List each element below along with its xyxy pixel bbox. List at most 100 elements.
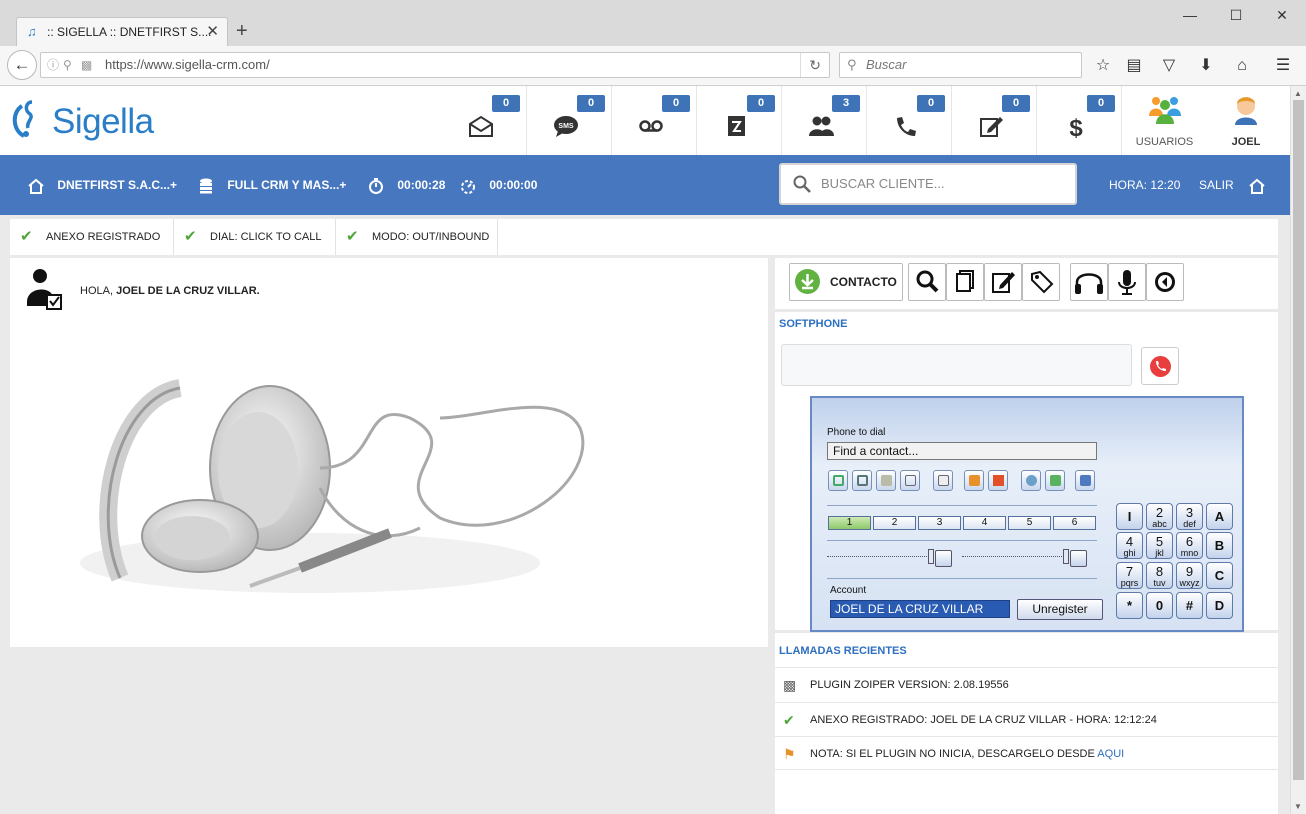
- log-icon[interactable]: [933, 470, 953, 491]
- scroll-down-icon[interactable]: ▼: [1294, 802, 1302, 811]
- user-profile[interactable]: JOEL: [1205, 86, 1287, 155]
- scrollbar-thumb[interactable]: [1293, 100, 1304, 780]
- minimize-window-button[interactable]: —: [1170, 4, 1210, 26]
- zoiper-icon: ⚑: [783, 746, 796, 762]
- app-header: Sigella 0 0 SMS 0 0 3 0 0 0 $ USUARIOS J…: [0, 86, 1290, 155]
- history-icon[interactable]: [988, 470, 1008, 491]
- contact-button[interactable]: CONTACTO: [789, 263, 903, 301]
- headphones-icon: [1075, 273, 1103, 294]
- unregister-button[interactable]: Unregister: [1017, 599, 1103, 620]
- close-tab-icon[interactable]: ✕: [206, 18, 219, 46]
- line-2-tab[interactable]: 2: [873, 516, 916, 530]
- stopwatch-icon: [369, 177, 383, 194]
- hangup-button[interactable]: [1141, 347, 1179, 385]
- search-contact-button[interactable]: [908, 263, 946, 301]
- url-bar[interactable]: ⓘ ⚲ ▩ https://www.sigella-crm.com/ ↻: [40, 52, 830, 78]
- browser-tab-bar: ♫ :: SIGELLA :: DNETFIRST S.... ✕ + — ☐ …: [0, 0, 1306, 46]
- company-selector[interactable]: DNETFIRST S.A.C...+: [28, 176, 177, 194]
- keypad-key[interactable]: C: [1206, 562, 1233, 589]
- back-call-button[interactable]: [1146, 263, 1184, 301]
- key-digit: 5: [1155, 534, 1164, 549]
- mic-volume-slider[interactable]: [1063, 549, 1069, 564]
- line-1-tab[interactable]: 1: [828, 516, 871, 530]
- users-label: USUARIOS: [1135, 136, 1194, 148]
- calls-counter[interactable]: 0: [867, 86, 952, 155]
- tag-button[interactable]: [1022, 263, 1060, 301]
- reading-list-icon[interactable]: ▤: [1122, 54, 1146, 78]
- back-button[interactable]: ←: [7, 50, 37, 80]
- download-icon[interactable]: ⬇: [1194, 54, 1218, 78]
- plan-selector[interactable]: FULL CRM Y MAS...+: [198, 176, 346, 194]
- account-select[interactable]: JOEL DE LA CRUZ VILLAR: [830, 600, 1010, 618]
- browser-tab[interactable]: ♫ :: SIGELLA :: DNETFIRST S.... ✕: [16, 17, 228, 46]
- speaker-volume-slider[interactable]: [928, 549, 934, 564]
- keypad-key[interactable]: 2 abc: [1146, 503, 1173, 530]
- keypad-key[interactable]: #: [1176, 592, 1203, 619]
- download-plugin-link[interactable]: AQUI: [1097, 748, 1124, 760]
- line-5-tab[interactable]: 5: [1008, 516, 1051, 530]
- edit-note-button[interactable]: [984, 263, 1022, 301]
- settings-icon[interactable]: [1075, 470, 1095, 491]
- keypad-key[interactable]: *: [1116, 592, 1143, 619]
- message-icon[interactable]: [1045, 470, 1065, 491]
- plan-name: FULL CRM Y MAS...+: [227, 178, 347, 192]
- edit-icon: [992, 272, 1015, 293]
- pocket-icon[interactable]: ▽: [1157, 54, 1181, 78]
- notes-counter[interactable]: 0: [952, 86, 1037, 155]
- transfer-icon[interactable]: [900, 470, 920, 491]
- sales-counter[interactable]: 0 $: [1037, 86, 1122, 155]
- keypad-key[interactable]: 9 wxyz: [1176, 562, 1203, 589]
- speaker-icon[interactable]: [935, 550, 952, 567]
- documents-button[interactable]: [946, 263, 984, 301]
- home-button[interactable]: [1249, 176, 1275, 194]
- reload-icon[interactable]: ↻: [800, 53, 821, 77]
- contacts-book-icon[interactable]: [964, 470, 984, 491]
- svg-text:SMS: SMS: [558, 123, 574, 130]
- keypad-key[interactable]: 4 ghi: [1116, 532, 1143, 559]
- keypad-key[interactable]: 3 def: [1176, 503, 1203, 530]
- new-tab-button[interactable]: +: [236, 17, 248, 45]
- bookmark-star-icon[interactable]: ☆: [1091, 54, 1115, 78]
- line-3-tab[interactable]: 3: [918, 516, 961, 530]
- notes-count-badge: 0: [1002, 95, 1030, 112]
- chat-icon[interactable]: [1021, 470, 1041, 491]
- microphone-button[interactable]: [1108, 263, 1146, 301]
- email-counter[interactable]: 0: [442, 86, 527, 155]
- call-icon[interactable]: [828, 470, 848, 491]
- page-scrollbar[interactable]: ▲ ▼: [1290, 86, 1306, 814]
- logout-link[interactable]: SALIR: [1199, 176, 1234, 194]
- keypad-key[interactable]: 8 tuv: [1146, 562, 1173, 589]
- keypad-key[interactable]: I: [1116, 503, 1143, 530]
- users-online-counter[interactable]: 3: [782, 86, 867, 155]
- find-contact-input[interactable]: Find a contact...: [827, 442, 1097, 460]
- hold-icon[interactable]: [876, 470, 896, 491]
- maximize-window-button[interactable]: ☐: [1216, 4, 1256, 26]
- key-digit: #: [1185, 598, 1194, 613]
- tasks-counter[interactable]: 0: [697, 86, 782, 155]
- key-digit: 7: [1125, 564, 1134, 579]
- headset-button[interactable]: [1070, 263, 1108, 301]
- keypad-key[interactable]: 5 jkl: [1146, 532, 1173, 559]
- keypad-key[interactable]: 6 mno: [1176, 532, 1203, 559]
- menu-icon[interactable]: ☰: [1271, 54, 1295, 78]
- keypad-key[interactable]: B: [1206, 532, 1233, 559]
- keypad-key[interactable]: 7 pqrs: [1116, 562, 1143, 589]
- browser-search-input[interactable]: ⚲ Buscar: [839, 52, 1082, 78]
- keypad-key[interactable]: A: [1206, 503, 1233, 530]
- line-4-tab[interactable]: 4: [963, 516, 1006, 530]
- voicemail-counter[interactable]: 0: [612, 86, 697, 155]
- dial-number-input[interactable]: [781, 344, 1132, 386]
- client-search-input[interactable]: BUSCAR CLIENTE...: [779, 163, 1077, 205]
- scroll-up-icon[interactable]: ▲: [1294, 89, 1302, 98]
- keypad-key[interactable]: 0: [1146, 592, 1173, 619]
- hangup-icon[interactable]: [852, 470, 872, 491]
- close-window-button[interactable]: ✕: [1262, 4, 1302, 26]
- info-icon[interactable]: ⓘ: [47, 53, 59, 77]
- users-menu[interactable]: USUARIOS: [1122, 86, 1207, 155]
- line-6-tab[interactable]: 6: [1053, 516, 1096, 530]
- home-icon[interactable]: ⌂: [1230, 54, 1254, 78]
- tag-icon: [1031, 270, 1054, 294]
- sms-counter[interactable]: 0 SMS: [527, 86, 612, 155]
- mic-speaker-icon[interactable]: [1070, 550, 1087, 567]
- keypad-key[interactable]: D: [1206, 592, 1233, 619]
